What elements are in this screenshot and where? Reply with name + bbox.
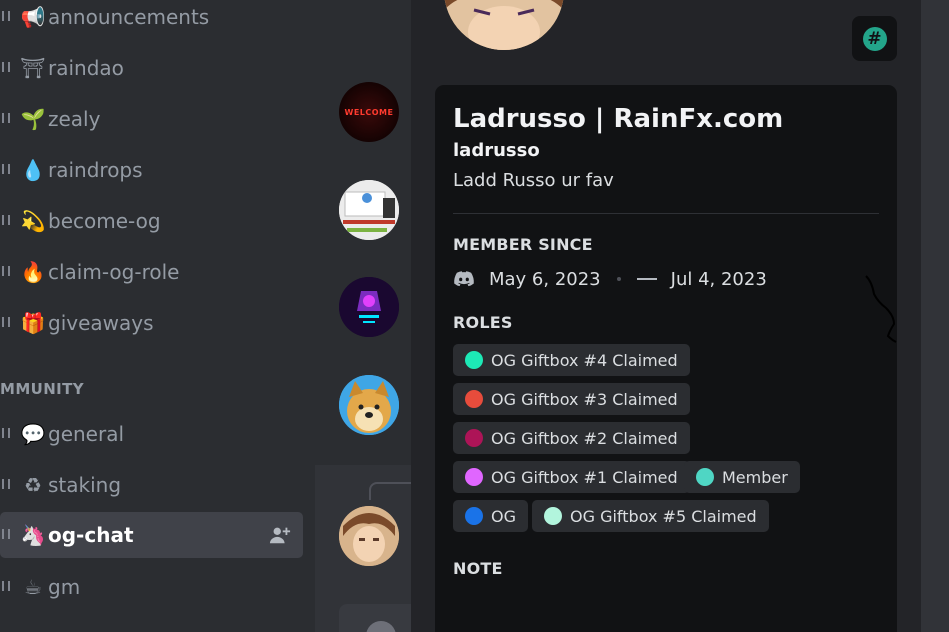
role-label: OG Giftbox #4 Claimed [491,350,678,370]
speech-bubble-icon: 💬 [20,422,46,446]
member-since-heading: MEMBER SINCE [453,235,593,254]
pen-scribble [865,275,897,343]
channel-raindao[interactable]: ⛩ raindao [0,45,303,91]
role-label: OG Giftbox #5 Claimed [570,506,757,526]
channel-label: become-og [48,209,161,233]
channel-general[interactable]: 💬 general [0,411,303,457]
profile-username: ladrusso [453,140,540,161]
role-label: Member [722,467,788,487]
channel-zealy[interactable]: 🌱 zealy [0,96,303,142]
shrine-gate-icon: ⛩ [20,56,46,80]
channel-label: og-chat [48,523,134,547]
role-pill[interactable]: OG [453,500,528,532]
role-label: OG Giftbox #1 Claimed [491,467,678,487]
role-pill[interactable]: OG Giftbox #1 Claimed [453,461,690,493]
channel-og-chat[interactable]: 🦄 og-chat [0,512,303,558]
channel-label: announcements [48,5,210,29]
role-color-dot [544,507,562,525]
channel-hash-icon [2,577,14,597]
role-pill[interactable]: OG Giftbox #5 Claimed [532,500,769,532]
member-avatar-ladrusso[interactable] [339,506,399,566]
profile-divider [453,213,879,214]
channel-hash-icon [2,262,14,282]
seedling-icon: 🌱 [20,107,46,131]
channel-label: staking [48,473,122,497]
gift-icon: 🎁 [20,311,46,335]
category-community[interactable]: MMUNITY [0,380,84,398]
role-color-dot [696,468,714,486]
role-pill[interactable]: OG Giftbox #2 Claimed [453,422,690,454]
role-label: OG Giftbox #3 Claimed [491,389,678,409]
avatar-text: WELCOME [344,107,394,117]
profile-display-name: Ladrusso | RainFx.com [453,104,784,134]
role-pill[interactable]: Member [684,461,800,493]
fire-icon: 🔥 [20,260,46,284]
channel-hash-icon [2,525,14,545]
channel-label: raindao [48,56,124,80]
channel-label: giveaways [48,311,154,335]
role-color-dot [465,390,483,408]
server-logo-icon [636,278,657,280]
role-pill[interactable]: OG Giftbox #4 Claimed [453,344,690,376]
channel-hash-icon [2,109,14,129]
avatar-image [339,375,399,435]
megaphone-icon: 📢 [20,5,46,29]
channel-giveaways[interactable]: 🎁 giveaways [0,300,303,346]
hash-icon: # [862,26,887,51]
avatar-image [339,180,399,240]
member-avatar-doge[interactable] [339,375,399,435]
role-color-dot [465,507,483,525]
channel-sidebar: 📢 announcements ⛩ raindao 🌱 zealy 💧 rain… [0,0,315,632]
channel-staking[interactable]: ♻ staking [0,462,303,508]
member-avatar-screenshot[interactable] [339,180,399,240]
chat-edge [921,0,949,632]
channel-claim-og-role[interactable]: 🔥 claim-og-role [0,249,303,295]
coffee-icon: ☕ [24,575,42,599]
add-member-icon[interactable] [269,524,291,546]
channel-announcements[interactable]: 📢 announcements [0,0,303,40]
channel-hash-icon [2,313,14,333]
channel-hash-icon [2,424,14,444]
member-since-row: May 6, 2023 Jul 4, 2023 [453,266,767,292]
channel-become-og[interactable]: 💫 become-og [0,198,303,244]
channel-hash-icon [2,7,14,27]
channel-raindrops[interactable]: 💧 raindrops [0,147,303,193]
recycle-icon: ♻ [24,473,42,497]
discord-logo-icon [454,271,474,287]
separator-dot [616,277,621,281]
droplet-icon: 💧 [20,158,46,182]
avatar-image [339,506,399,566]
role-label: OG [491,506,516,526]
reply-connector [369,482,411,500]
role-color-dot [465,429,483,447]
channel-hash-icon [2,475,14,495]
avatar-image [339,277,399,337]
server-join-date: Jul 4, 2023 [670,268,767,290]
channel-gm[interactable]: ☕ gm [0,564,303,610]
discord-join-date: May 6, 2023 [489,268,601,290]
profile-bio: Ladd Russo ur fav [453,170,614,191]
role-pill[interactable]: OG Giftbox #3 Claimed [453,383,690,415]
member-avatar-welcome[interactable]: WELCOME [339,82,399,142]
channel-label: claim-og-role [48,260,180,284]
channel-label: general [48,422,125,446]
roles-heading: ROLES [453,313,513,332]
role-label: OG Giftbox #2 Claimed [491,428,678,448]
server-tag-badge[interactable]: # [852,16,897,61]
role-color-dot [465,351,483,369]
channel-label: raindrops [48,158,143,182]
role-color-dot [465,468,483,486]
channel-label: zealy [48,107,101,131]
channel-hash-icon [2,160,14,180]
member-avatar-neon[interactable] [339,277,399,337]
channel-label: gm [48,575,81,599]
dizzy-star-icon: 💫 [20,209,46,233]
unicorn-icon: 🦄 [20,523,46,547]
channel-hash-icon [2,58,14,78]
channel-hash-icon [2,211,14,231]
note-heading: NOTE [453,559,503,578]
